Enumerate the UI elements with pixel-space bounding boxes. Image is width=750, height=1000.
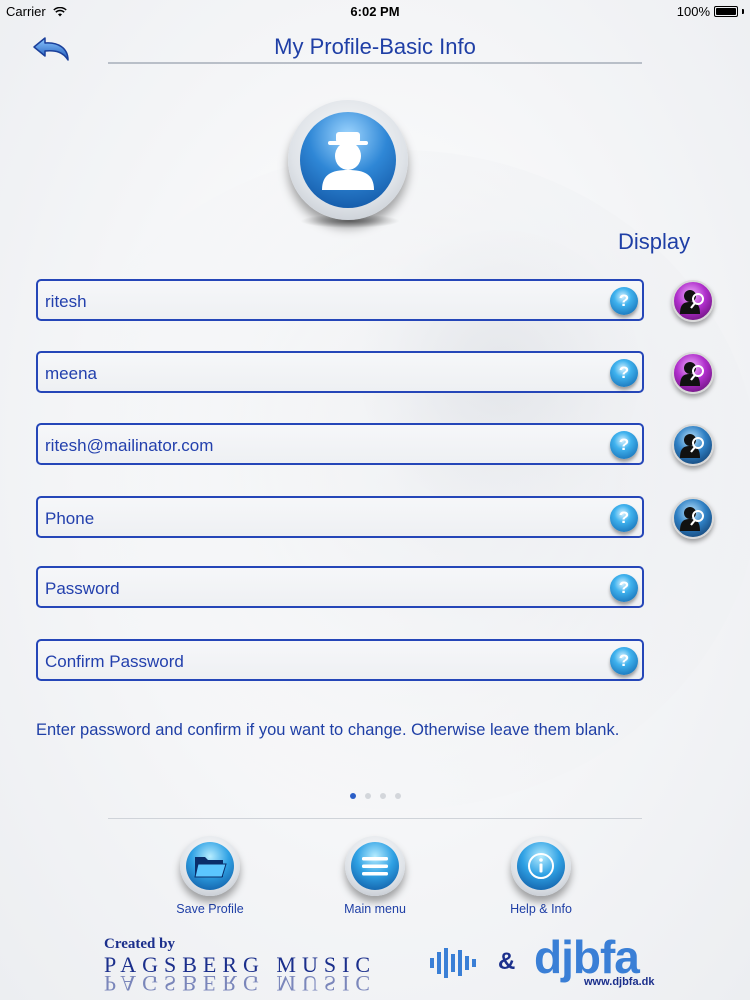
confirm-password-placeholder: Confirm Password bbox=[45, 652, 184, 671]
save-profile-button[interactable]: Save Profile bbox=[155, 836, 265, 916]
phone-placeholder: Phone bbox=[45, 509, 95, 528]
password-hint: Enter password and confirm if you want t… bbox=[36, 721, 620, 739]
person-search-icon bbox=[680, 507, 704, 531]
created-by-label: Created by bbox=[104, 936, 175, 952]
display-toggle-email[interactable] bbox=[672, 424, 714, 466]
help-icon[interactable]: ? bbox=[610, 359, 638, 387]
profile-avatar-button[interactable] bbox=[288, 100, 408, 220]
page-indicator[interactable] bbox=[0, 793, 750, 799]
page-dot bbox=[394, 793, 401, 799]
password-placeholder: Password bbox=[45, 579, 120, 598]
first-name-value: ritesh bbox=[45, 292, 87, 311]
footer-divider bbox=[108, 818, 642, 819]
email-value: ritesh@mailinator.com bbox=[45, 436, 214, 455]
page-dot-active bbox=[349, 793, 356, 799]
info-icon bbox=[528, 853, 554, 879]
avatar-image bbox=[300, 112, 396, 208]
ampersand: & bbox=[498, 948, 516, 975]
password-field[interactable]: Password ? bbox=[36, 566, 644, 608]
status-bar: Carrier 6:02 PM 100% bbox=[0, 0, 750, 22]
page-title: My Profile-Basic Info bbox=[274, 34, 476, 59]
person-search-icon bbox=[680, 290, 704, 314]
battery-indicator: 100% bbox=[677, 4, 744, 19]
battery-percent: 100% bbox=[676, 4, 710, 19]
email-field[interactable]: ritesh@mailinator.com ? bbox=[36, 423, 644, 465]
first-name-field[interactable]: ritesh ? bbox=[36, 279, 644, 321]
last-name-value: meena bbox=[45, 364, 97, 383]
save-profile-circle bbox=[180, 836, 240, 896]
person-search-icon bbox=[680, 362, 704, 386]
user-silhouette-icon bbox=[322, 132, 374, 190]
menu-icon bbox=[362, 857, 388, 876]
help-icon[interactable]: ? bbox=[610, 574, 638, 602]
page-dot bbox=[379, 793, 386, 799]
confirm-password-field[interactable]: Confirm Password ? bbox=[36, 639, 644, 681]
sound-bars-icon bbox=[430, 948, 476, 978]
page-dot bbox=[364, 793, 371, 799]
main-menu-circle bbox=[345, 836, 405, 896]
display-toggle-last-name[interactable] bbox=[672, 352, 714, 394]
help-info-label: Help & Info bbox=[510, 902, 572, 916]
help-icon[interactable]: ? bbox=[610, 287, 638, 315]
help-icon[interactable]: ? bbox=[610, 431, 638, 459]
pagsberg-music-reflection: PAGSBERG MUSIC bbox=[104, 971, 377, 996]
folder-icon bbox=[194, 857, 227, 878]
person-search-icon bbox=[680, 434, 704, 458]
help-info-circle bbox=[511, 836, 571, 896]
title-divider bbox=[108, 62, 642, 64]
display-toggle-phone[interactable] bbox=[672, 497, 714, 539]
djbfa-url: www.djbfa.dk bbox=[584, 976, 655, 988]
help-icon[interactable]: ? bbox=[610, 504, 638, 532]
display-column-label: Display bbox=[618, 229, 691, 254]
help-info-button[interactable]: Help & Info bbox=[486, 836, 596, 916]
main-menu-button[interactable]: Main menu bbox=[320, 836, 430, 916]
clock: 6:02 PM bbox=[350, 4, 400, 19]
credits-banner: Created by PAGSBERG MUSIC PAGSBERG MUSIC… bbox=[100, 931, 660, 996]
help-icon[interactable]: ? bbox=[610, 647, 638, 675]
display-toggle-first-name[interactable] bbox=[672, 280, 714, 322]
phone-field[interactable]: Phone ? bbox=[36, 496, 644, 538]
battery-tip bbox=[742, 9, 744, 14]
last-name-field[interactable]: meena ? bbox=[36, 351, 644, 393]
main-menu-label: Main menu bbox=[344, 902, 406, 916]
battery-icon bbox=[714, 6, 738, 17]
save-profile-label: Save Profile bbox=[176, 902, 244, 916]
